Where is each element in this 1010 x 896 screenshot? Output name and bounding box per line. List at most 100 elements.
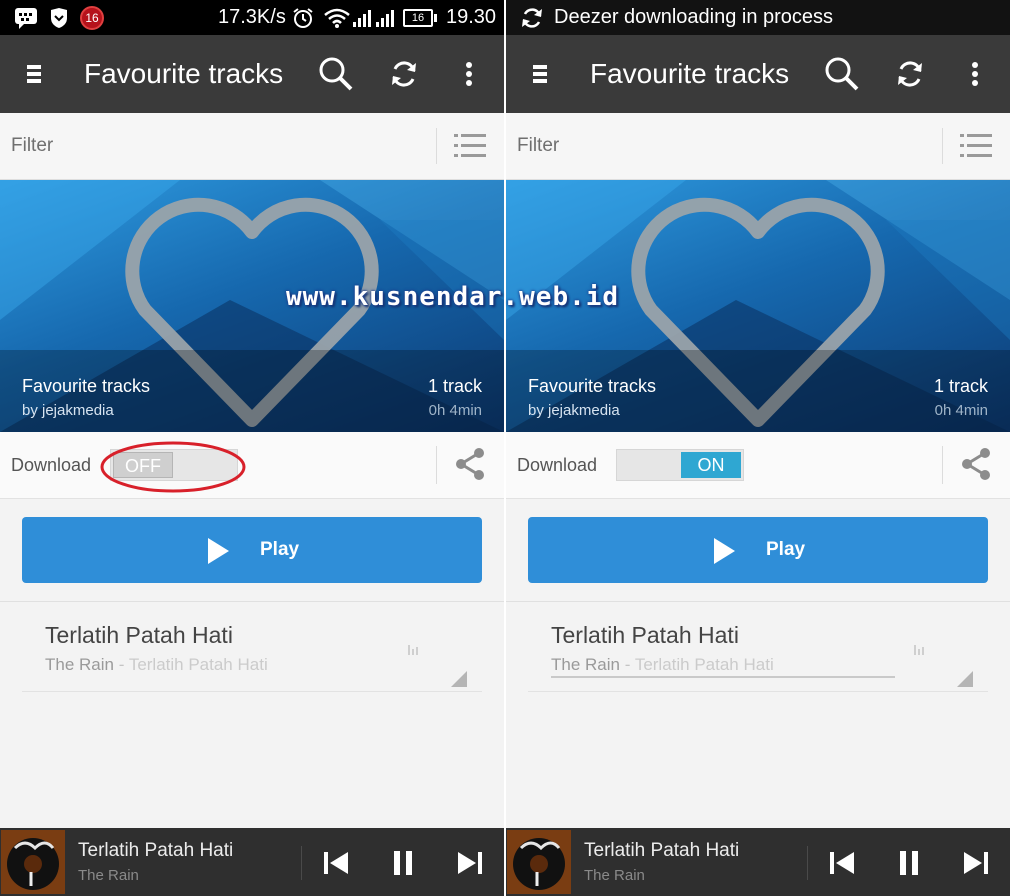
playlist-track-count: 1 track [427, 376, 482, 396]
sync-notification-icon [520, 0, 544, 35]
filter-bar [506, 113, 1010, 180]
now-playing-title: Terlatih Patah Hati [78, 840, 234, 861]
next-button[interactable] [447, 840, 493, 886]
share-button[interactable] [452, 446, 488, 482]
share-icon [456, 448, 484, 480]
share-icon [962, 448, 990, 480]
bbm-notification-icon [14, 0, 38, 35]
page-title: Favourite tracks [590, 58, 790, 89]
equalizer-icon [914, 645, 924, 655]
download-label: Download [517, 455, 598, 475]
phone-screen-left: 16 17.3K/s 16 19.30 Favourite tracks Fil… [0, 0, 504, 896]
pause-button[interactable] [886, 840, 932, 886]
share-button[interactable] [958, 446, 994, 482]
download-progress-bar [551, 676, 895, 678]
network-speed: 17.3K/s [218, 6, 286, 28]
now-playing-title: Terlatih Patah Hati [584, 840, 740, 861]
track-title: Terlatih Patah Hati [45, 622, 233, 648]
skip-next-icon [458, 852, 482, 874]
divider [807, 846, 808, 880]
sync-icon [898, 61, 922, 87]
album-art[interactable] [1, 830, 65, 894]
filter-input[interactable] [11, 123, 421, 169]
notification-count-badge: 16 [80, 0, 104, 35]
play-button-label: Play [766, 539, 806, 560]
battery-icon: 16 [403, 0, 437, 35]
play-button[interactable]: Play [22, 517, 482, 583]
page-title: Favourite tracks [84, 58, 284, 89]
equalizer-icon [408, 645, 418, 655]
skip-previous-icon [324, 852, 348, 874]
download-notification-text: Deezer downloading in process [554, 6, 834, 28]
search-icon [319, 57, 353, 91]
track-separator: - [118, 655, 125, 674]
download-label: Download [11, 455, 92, 475]
search-button[interactable] [819, 35, 865, 113]
menu-button[interactable] [520, 35, 560, 113]
play-icon [208, 538, 229, 564]
playlist-duration: 0h 4min [934, 402, 988, 419]
skip-next-icon [964, 852, 988, 874]
app-toolbar: Favourite tracks [0, 35, 504, 113]
track-separator: - [624, 655, 631, 674]
next-button[interactable] [953, 840, 999, 886]
sync-button[interactable] [382, 35, 426, 113]
list-icon [454, 134, 486, 157]
pause-button[interactable] [380, 840, 426, 886]
track-subtitle: The Rain - Terlatih Patah Hati [551, 655, 774, 675]
track-album: Terlatih Patah Hati [128, 655, 268, 674]
sync-icon [392, 61, 416, 87]
status-bar: Deezer downloading in process [506, 0, 1010, 35]
play-button[interactable]: Play [528, 517, 988, 583]
watermark-text: www.kusnendar.web.id [286, 282, 620, 312]
filter-input[interactable] [517, 123, 927, 169]
play-button-label: Play [260, 539, 300, 560]
overflow-menu-button[interactable] [960, 35, 990, 113]
notification-count-text: 16 [80, 5, 104, 30]
track-subtitle: The Rain - Terlatih Patah Hati [45, 655, 268, 675]
list-icon [960, 134, 992, 157]
shield-icon [49, 0, 69, 35]
previous-button[interactable] [313, 840, 359, 886]
divider [436, 128, 437, 164]
divider [436, 446, 437, 484]
playlist-owner: by jejakmedia [528, 402, 620, 419]
playlist-title: Favourite tracks [22, 376, 151, 396]
download-toggle-text: ON [681, 452, 741, 478]
status-bar: 16 17.3K/s 16 19.30 [0, 0, 504, 35]
download-toggle[interactable]: ON [616, 449, 744, 481]
menu-button[interactable] [14, 35, 54, 113]
track-title: Terlatih Patah Hati [551, 622, 739, 648]
corner-menu-icon[interactable] [956, 670, 974, 688]
track-artist: The Rain [45, 655, 114, 674]
alarm-icon [292, 0, 314, 35]
mini-player: Terlatih Patah Hati The Rain [506, 828, 1010, 896]
now-playing-artist: The Rain [78, 867, 139, 884]
divider [942, 128, 943, 164]
hamburger-icon [27, 65, 41, 83]
sync-button[interactable] [888, 35, 932, 113]
album-art[interactable] [507, 830, 571, 894]
list-view-button[interactable] [452, 129, 488, 163]
playlist-title: Favourite tracks [528, 376, 657, 396]
now-playing-artist: The Rain [584, 867, 645, 884]
playlist-track-count: 1 track [933, 376, 988, 396]
corner-menu-icon[interactable] [450, 670, 468, 688]
previous-button[interactable] [819, 840, 865, 886]
search-icon [825, 57, 859, 91]
track-artist: The Rain [551, 655, 620, 674]
highlight-circle [100, 441, 246, 493]
list-view-button[interactable] [958, 129, 994, 163]
filter-bar [0, 113, 504, 180]
pause-icon [394, 851, 412, 875]
watermark: www.kusnendar.web.id [286, 282, 619, 312]
mini-player: Terlatih Patah Hati The Rain [0, 828, 504, 896]
track-row[interactable]: Terlatih Patah Hati The Rain - Terlatih … [22, 602, 482, 692]
divider [942, 446, 943, 484]
search-button[interactable] [313, 35, 359, 113]
track-row[interactable]: Terlatih Patah Hati The Rain - Terlatih … [528, 602, 988, 692]
download-bar: Download OFF [0, 432, 504, 499]
overflow-menu-button[interactable] [454, 35, 484, 113]
playlist-owner: by jejakmedia [22, 402, 114, 419]
download-bar: Download ON [506, 432, 1010, 499]
